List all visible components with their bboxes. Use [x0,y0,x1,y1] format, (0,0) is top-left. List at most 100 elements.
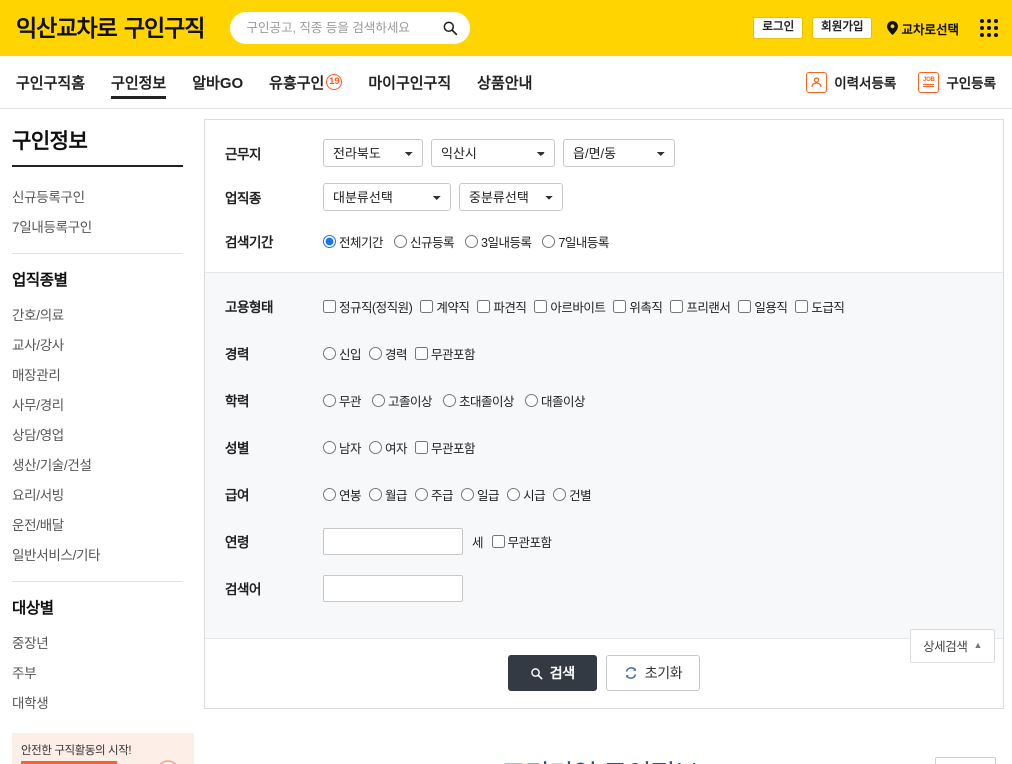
radio-salary-annual[interactable]: 연봉 [323,485,362,504]
radio-salary-hourly-input[interactable] [507,487,521,501]
checkbox-employment-subcontract[interactable]: 도급직 [795,297,845,316]
checkbox-employment-freelancer[interactable]: 프리랜서 [670,297,731,316]
radio-gender-female[interactable]: 여자 [369,438,408,457]
reset-button[interactable]: 초기화 [605,655,701,691]
radio-salary-monthly-input[interactable] [369,487,383,501]
select-province[interactable]: 전라북도 [323,139,423,167]
checkbox-employment-dispatch-input[interactable] [477,299,491,313]
radio-salary-monthly[interactable]: 월급 [369,485,408,504]
checkbox-employment-commissioned-input[interactable] [613,299,627,313]
select-major-category[interactable]: 대분류선택 [323,183,451,211]
checkbox-age-any-input[interactable] [491,534,505,548]
checkbox-employment-contract-input[interactable] [420,299,434,313]
radio-period-7days[interactable]: 7일내등록 [542,232,609,251]
login-button[interactable]: 로그인 [753,16,804,40]
checkbox-employment-parttime[interactable]: 아르바이트 [534,297,606,316]
radio-period-all-input[interactable] [323,234,336,248]
radio-salary-daily[interactable]: 일급 [461,485,500,504]
nav-item-albago[interactable]: 알바GO [192,56,243,108]
checkbox-employment-subcontract-input[interactable] [795,299,809,313]
radio-period-new[interactable]: 신규등록 [394,232,455,251]
checkbox-employment-fulltime-input[interactable] [323,299,336,313]
sidebar-item-nursing-medical[interactable]: 간호/의료 [12,299,186,329]
sidebar-item-store-management[interactable]: 매장관리 [12,359,186,389]
sidebar-item-new-jobs[interactable]: 신규등록구인 [12,181,186,211]
advanced-search-toggle[interactable]: 상세검색 ▲ [910,629,995,663]
location-selector[interactable]: 교차로선택 [887,19,959,38]
register-job-button[interactable]: JOB 구인등록 [918,71,996,93]
select-district[interactable]: 읍/면/동 [563,139,675,167]
sidebar-item-general-service-etc[interactable]: 일반서비스/기타 [12,539,186,569]
sidebar-item-middle-aged[interactable]: 중장년 [12,627,186,657]
radio-career-experienced-input[interactable] [369,346,383,360]
radio-gender-male-input[interactable] [323,440,336,454]
sidebar-item-teacher-instructor[interactable]: 교사/강사 [12,329,186,359]
sidebar-item-driving-delivery[interactable]: 운전/배달 [12,509,186,539]
nav-item-home[interactable]: 구인구직홈 [16,56,85,108]
nav-item-entertainment-jobs[interactable]: 유흥구인 19 [269,56,343,108]
radio-period-3days[interactable]: 3일내등록 [465,232,532,251]
select-middle-category[interactable]: 중분류선택 [459,183,563,211]
checkbox-gender-any[interactable]: 무관포함 [415,438,476,457]
sidebar-item-consulting-sales[interactable]: 상담/영업 [12,419,186,449]
grid-menu-icon[interactable] [980,19,998,37]
radio-period-new-input[interactable] [394,234,408,248]
radio-period-all[interactable]: 전체기간 [323,232,384,251]
checkbox-employment-freelancer-input[interactable] [670,299,684,313]
sidebar-item-office-accounting[interactable]: 사무/경리 [12,389,186,419]
radio-education-highschool-input[interactable] [372,393,386,407]
promo-banner-unpaid-wages[interactable]: 안전한 구직활동의 시작! 임금체불사업주 확인하기 [12,733,194,764]
radio-period-7days-input[interactable] [542,234,556,248]
checkbox-employment-fulltime[interactable]: 정규직(정직원) [323,297,413,316]
radio-career-experienced[interactable]: 경력 [369,344,408,363]
radio-salary-daily-input[interactable] [461,487,475,501]
radio-gender-male[interactable]: 남자 [323,438,362,457]
checkbox-career-any[interactable]: 무관포함 [415,344,476,363]
keyword-input[interactable] [323,574,463,602]
checkbox-employment-parttime-input[interactable] [534,299,548,313]
product-guide-button[interactable]: 상품안내 [935,757,996,764]
radio-salary-percase[interactable]: 건별 [553,485,592,504]
radio-education-bachelor-input[interactable] [525,393,539,407]
nav-item-my-jobs[interactable]: 마이구인구직 [368,56,451,108]
checkbox-gender-any-input[interactable] [415,440,429,454]
search-icon[interactable] [442,20,458,36]
select-city[interactable]: 익산시 [431,139,555,167]
sidebar-item-cooking-serving[interactable]: 요리/서빙 [12,479,186,509]
nav-item-product-guide[interactable]: 상품안내 [477,56,532,108]
site-logo[interactable]: 익산 교차로 구인구직 [16,16,205,40]
radio-education-associate-input[interactable] [443,393,457,407]
checkbox-employment-daily[interactable]: 일용직 [738,297,788,316]
checkbox-employment-dispatch[interactable]: 파견직 [477,297,527,316]
radio-salary-hourly[interactable]: 시급 [507,485,546,504]
radio-salary-annual-input[interactable] [323,487,336,501]
checkbox-employment-daily-input[interactable] [738,299,752,313]
radio-education-highschool[interactable]: 고졸이상 [372,391,433,410]
checkbox-age-any[interactable]: 무관포함 [491,532,552,551]
checkbox-employment-contract[interactable]: 계약직 [420,297,470,316]
radio-career-entry[interactable]: 신입 [323,344,362,363]
search-input[interactable] [246,21,443,35]
radio-period-3days-input[interactable] [465,234,479,248]
nav-item-job-info[interactable]: 구인정보 [111,56,167,108]
radio-salary-weekly-input[interactable] [415,487,429,501]
search-button[interactable]: 검색 [507,655,597,691]
register-resume-button[interactable]: 이력서등록 [806,71,896,93]
radio-education-any[interactable]: 무관 [323,391,362,410]
sidebar-item-production-tech-construction[interactable]: 생산/기술/건설 [12,449,186,479]
age-input[interactable] [323,527,463,555]
sidebar-item-housewife[interactable]: 주부 [12,657,186,687]
checkbox-career-any-input[interactable] [415,346,429,360]
radio-salary-weekly[interactable]: 주급 [415,485,454,504]
header-search-box[interactable] [230,12,471,44]
radio-education-associate[interactable]: 초대졸이상 [443,391,515,410]
radio-education-any-input[interactable] [323,393,336,407]
radio-gender-female-input[interactable] [369,440,383,454]
radio-career-entry-input[interactable] [323,346,336,360]
sidebar-item-college-student[interactable]: 대학생 [12,687,186,717]
checkbox-employment-commissioned[interactable]: 위촉직 [613,297,663,316]
signup-button[interactable]: 회원가입 [812,16,873,40]
radio-education-bachelor[interactable]: 대졸이상 [525,391,586,410]
radio-salary-percase-input[interactable] [553,487,567,501]
sidebar-item-7day-jobs[interactable]: 7일내등록구인 [12,211,186,241]
